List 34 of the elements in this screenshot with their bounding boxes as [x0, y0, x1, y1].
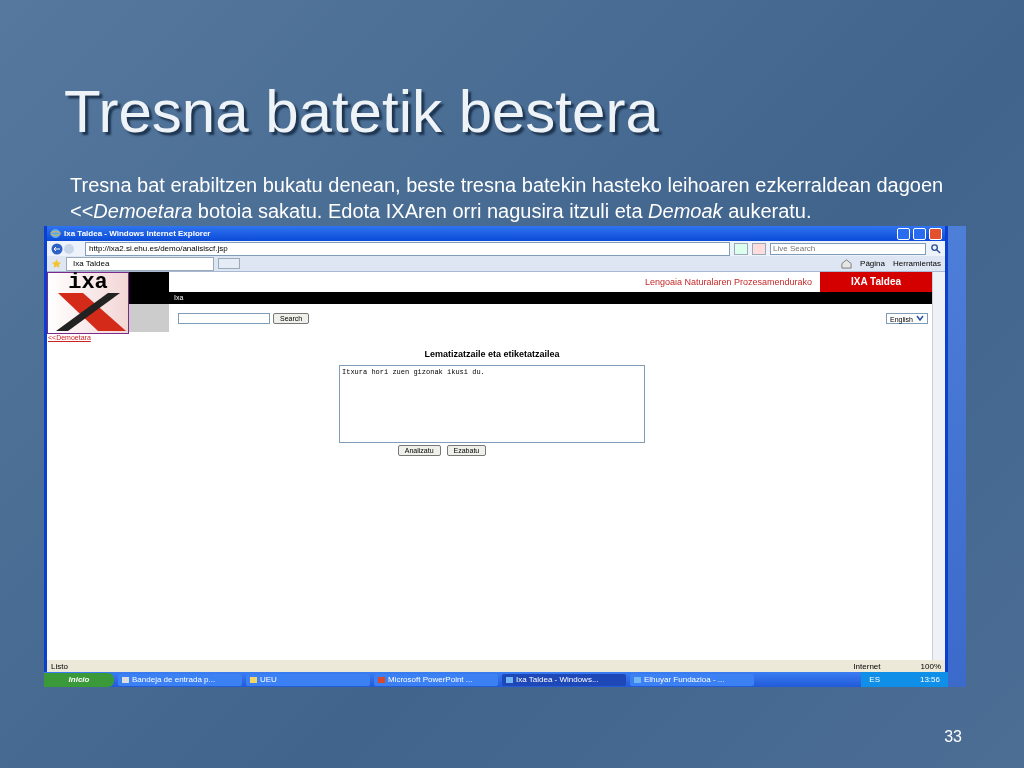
browser-tab[interactable]: Ixa Taldea: [66, 256, 214, 271]
search-icon[interactable]: [930, 243, 941, 254]
taskbar-item[interactable]: Bandeja de entrada p...: [118, 673, 242, 686]
clock: 13:56: [919, 675, 940, 684]
taskbar-item[interactable]: Elhuyar Fundazioa - ...: [630, 673, 754, 686]
close-button[interactable]: [929, 227, 942, 240]
taskbar-item[interactable]: UEU: [246, 673, 370, 686]
address-field[interactable]: http://ixa2.si.ehu.es/demo/analisiscf.jsp: [85, 241, 730, 256]
header-text: Lengoaia Naturalaren Prozesamendurako: [643, 277, 813, 287]
start-button[interactable]: Inicio: [44, 672, 114, 687]
toolbar-menu[interactable]: Página: [860, 259, 885, 268]
favorites-star-icon[interactable]: [51, 258, 62, 269]
slide-text: Tresna bat erabiltzen bukatu denean, beste tresna batekin hasteko leihoaren ezkerraldean dagoen <<Demoetara botoia sakatu. Edota IXAren orri nagusira itzuli eta Demoak aukeratu.: [70, 173, 945, 224]
window-title: Ixa Taldea - Windows Internet Explorer: [64, 229, 211, 238]
toolbar-menu[interactable]: Herramientas: [893, 259, 941, 268]
home-icon[interactable]: [841, 258, 853, 269]
scrollbar[interactable]: [932, 272, 945, 660]
new-tab-button[interactable]: [218, 258, 240, 269]
taskbar-item[interactable]: Microsoft PowerPoint ...: [374, 673, 498, 686]
tool-heading: Lematizatzaile eta etiketatzailea: [424, 349, 560, 359]
search-field[interactable]: Live Search: [770, 242, 926, 255]
sidebar-block: [129, 304, 169, 332]
brand-label: IXA Taldea: [820, 272, 932, 292]
slide-title: Tresna batetik bestera: [64, 77, 660, 147]
search-input[interactable]: [178, 312, 270, 324]
taskbar-item[interactable]: Ixa Taldea - Windows...: [502, 673, 626, 686]
zoom-level[interactable]: 100%: [920, 661, 941, 671]
zone-label: Internet: [853, 661, 881, 671]
status-text: Listo: [51, 661, 68, 671]
maximize-button[interactable]: [913, 227, 926, 240]
page-number: 33: [944, 728, 962, 746]
browser-icon: [50, 228, 61, 239]
ixa-logo: ixa: [47, 272, 129, 334]
minimize-button[interactable]: [897, 227, 910, 240]
